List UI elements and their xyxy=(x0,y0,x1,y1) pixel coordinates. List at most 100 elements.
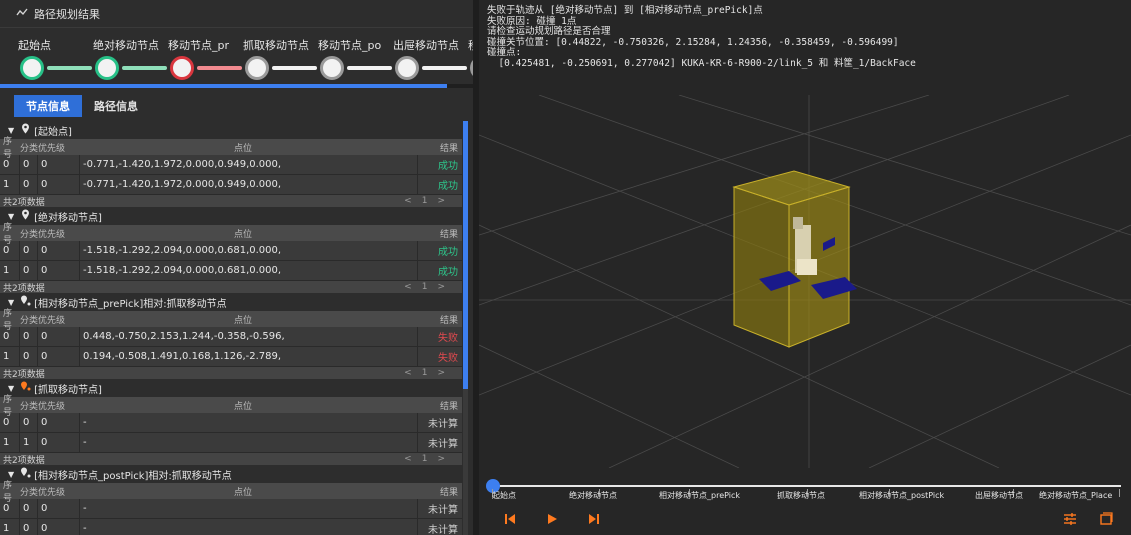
next-page-icon[interactable]: > xyxy=(437,454,445,464)
3d-viewport[interactable] xyxy=(479,95,1131,468)
status-badge: 失败 xyxy=(438,353,458,364)
column-header-priority: 优先级 xyxy=(38,143,66,154)
timeline-marker-label[interactable]: 抓取移动节点 xyxy=(777,490,825,501)
stage-circle[interactable] xyxy=(95,56,119,80)
column-header-result[interactable]: 结果 xyxy=(418,399,462,412)
column-header-priority: 优先级 xyxy=(38,401,66,412)
table-row[interactable]: 0 0 0- 未计算 xyxy=(0,412,462,433)
sliders-icon[interactable] xyxy=(1061,510,1079,528)
window-icon[interactable] xyxy=(1097,510,1115,528)
stage-label: 抓取移动节点 xyxy=(243,39,309,52)
cell-position: - xyxy=(80,498,418,519)
prev-page-icon[interactable]: < xyxy=(404,196,412,206)
group-header[interactable]: ▼ [抓取移动节点] xyxy=(0,379,470,397)
pagination: <1 > xyxy=(404,368,459,378)
table-row[interactable]: 0 0 0 0.448,-0.750,2.153,1.244,-0.358,-0.59… xyxy=(0,326,462,347)
stage-circle[interactable] xyxy=(320,56,344,80)
stage-connector xyxy=(272,66,317,70)
table-row[interactable]: 0 0 0- 未计算 xyxy=(0,498,462,519)
table-row[interactable]: 1 0 0- 未计算 xyxy=(0,518,462,535)
table-row[interactable]: 1 0 0 -1.518,-1.292,2.094,0.000,0.681,0.000… xyxy=(0,260,462,281)
simulation-panel: 失败于轨迹从 [绝对移动节点] 到 [相对移动节点_prePick]点 失败原因:… xyxy=(479,0,1131,535)
cell-group: 0 xyxy=(20,260,38,281)
skip-to-start-icon[interactable] xyxy=(501,510,519,528)
play-icon[interactable] xyxy=(543,510,561,528)
stage-connector xyxy=(47,66,92,70)
group-header[interactable]: ▼ [相对移动节点_postPick]相对:抓取移动节点 xyxy=(0,465,470,483)
stage-circle[interactable] xyxy=(20,56,44,80)
stage-circle[interactable] xyxy=(395,56,419,80)
table-row[interactable]: 1 1 0- 未计算 xyxy=(0,432,462,453)
cell-group: 0 xyxy=(20,518,38,535)
map-pin-icon xyxy=(20,209,30,223)
column-header-group: 分类 xyxy=(20,229,39,240)
list-scrollbar[interactable] xyxy=(463,121,468,535)
column-header-priority: 优先级 xyxy=(38,229,66,240)
table-row[interactable]: 0 0 0 -0.771,-1.420,1.972,0.000,0.949,0.000… xyxy=(0,154,462,175)
column-header-group: 分类 xyxy=(20,487,39,498)
group-header[interactable]: ▼ [相对移动节点_prePick]相对:抓取移动节点 xyxy=(0,293,470,311)
cell-priority: 0 xyxy=(38,498,80,519)
stage-connector xyxy=(122,66,167,70)
cell-priority: 0 xyxy=(38,240,80,261)
skip-to-end-icon[interactable] xyxy=(585,510,603,528)
node-list: ▼ [起始点] 序号 分类 优先级 点位 结果 0 0 0 -0.771,-1.420,1.972,… xyxy=(0,121,470,535)
stage-circle[interactable] xyxy=(170,56,194,80)
timeline-track[interactable] xyxy=(491,485,1121,487)
relative-pin-icon xyxy=(20,467,31,481)
timeline[interactable]: 起始点 绝对移动节点 相对移动节点_prePick 抓取移动节点 相对移动节点_post… xyxy=(479,474,1131,504)
column-header-result[interactable]: 结果 xyxy=(418,313,462,326)
next-page-icon[interactable]: > xyxy=(437,282,445,292)
timeline-marker-label[interactable]: 绝对移动节点 xyxy=(569,490,617,501)
tab-bar: 节点信息 路径信息 xyxy=(14,95,150,117)
page-number[interactable]: 1 xyxy=(422,282,428,292)
next-page-icon[interactable]: > xyxy=(437,368,445,378)
prev-page-icon[interactable]: < xyxy=(404,368,412,378)
error-line: 碰撞关节位置: [0.44822, -0.750326, 2.15284, 1.… xyxy=(487,36,899,48)
panel-header: 路径规划结果 xyxy=(0,0,473,28)
group-header[interactable]: ▼ [起始点] xyxy=(0,121,470,139)
stage-connector xyxy=(422,66,467,70)
cell-position: -1.518,-1.292,2.094,0.000,0.681,0.000, xyxy=(80,240,418,261)
page-number[interactable]: 1 xyxy=(422,196,428,206)
stage-circle[interactable] xyxy=(245,56,269,80)
group-title: [相对移动节点_postPick]相对:抓取移动节点 xyxy=(34,470,232,482)
timeline-marker-label[interactable]: 相对移动节点_prePick xyxy=(659,490,740,501)
page-number[interactable]: 1 xyxy=(422,454,428,464)
cell-position: 0.448,-0.750,2.153,1.244,-0.358,-0.596, xyxy=(80,326,418,347)
stage-scrollbar[interactable] xyxy=(0,84,473,88)
group-header[interactable]: ▼ [绝对移动节点] xyxy=(0,207,470,225)
stage-label: 绝对移动节点 xyxy=(93,39,159,52)
prev-page-icon[interactable]: < xyxy=(404,282,412,292)
timeline-marker-label[interactable]: 绝对移动节点_Place xyxy=(1039,490,1112,501)
table-row[interactable]: 1 0 0 -0.771,-1.420,1.972,0.000,0.949,0.000… xyxy=(0,174,462,195)
stage-scrollbar-thumb[interactable] xyxy=(0,84,447,88)
column-header-result[interactable]: 结果 xyxy=(418,227,462,240)
cell-priority: 0 xyxy=(38,326,80,347)
timeline-marker-label[interactable]: 起始点 xyxy=(492,490,516,501)
prev-page-icon[interactable]: < xyxy=(404,454,412,464)
next-page-icon[interactable]: > xyxy=(437,196,445,206)
pagination: <1 > xyxy=(404,196,459,206)
tab-path-info[interactable]: 路径信息 xyxy=(82,95,150,117)
column-header-result[interactable]: 结果 xyxy=(418,141,462,154)
timeline-marker-label[interactable]: 相对移动节点_postPick xyxy=(859,490,944,501)
column-header-result[interactable]: 结果 xyxy=(418,485,462,498)
tab-node-info[interactable]: 节点信息 xyxy=(14,95,82,117)
cell-idx: 1 xyxy=(0,174,20,195)
table-row[interactable]: 1 0 0 0.194,-0.508,1.491,0.168,1.126,-2.789… xyxy=(0,346,462,367)
table-row[interactable]: 0 0 0 -1.518,-1.292,2.094,0.000,0.681,0.000… xyxy=(0,240,462,261)
status-badge: 未计算 xyxy=(428,525,458,535)
route-icon xyxy=(16,7,28,20)
timeline-marker-label[interactable]: 出屉移动节点 xyxy=(975,490,1023,501)
group-title: [起始点] xyxy=(34,126,72,138)
cell-group: 0 xyxy=(20,498,38,519)
status-badge: 未计算 xyxy=(428,419,458,430)
cell-priority: 0 xyxy=(38,260,80,281)
error-message: 失败于轨迹从 [绝对移动节点] 到 [相对移动节点_prePick]点 失败原因:… xyxy=(487,5,1127,69)
stage-progress: 起始点绝对移动节点移动节点_pr抓取移动节点移动节点_po出屉移动节点移动 xyxy=(0,28,473,88)
scrollbar-thumb[interactable] xyxy=(463,121,468,389)
page-number[interactable]: 1 xyxy=(422,368,428,378)
column-header-group: 分类 xyxy=(20,401,39,412)
table-header: 序号 分类 优先级 点位 结果 xyxy=(0,223,462,246)
